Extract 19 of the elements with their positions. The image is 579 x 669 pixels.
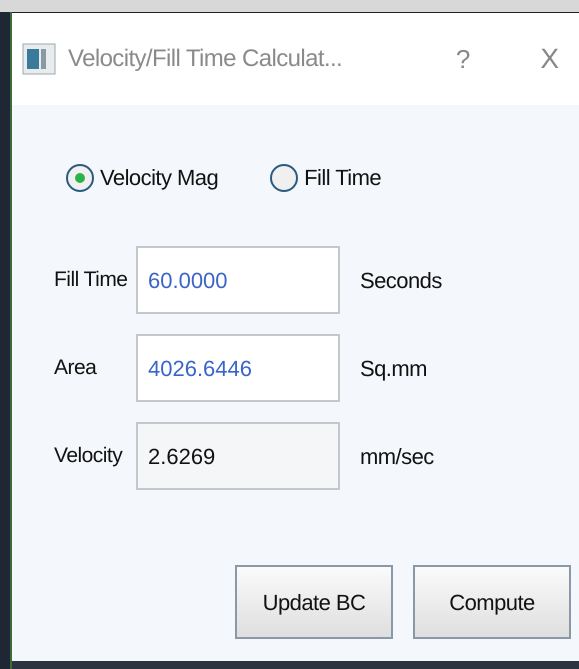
field-label: Velocity: [53, 443, 124, 470]
radio-button[interactable]: [270, 164, 298, 192]
window-title: Velocity/Fill Time Calculat...: [68, 44, 342, 74]
action-button[interactable]: Compute: [413, 565, 571, 639]
radio-button[interactable]: [66, 164, 94, 192]
input-field[interactable]: 60.0000: [136, 246, 340, 314]
close-button[interactable]: X: [540, 38, 559, 80]
radio-label[interactable]: Velocity Mag: [100, 161, 218, 194]
help-button[interactable]: ?: [456, 40, 470, 78]
action-button[interactable]: Update BC: [235, 565, 393, 639]
unit-label: Sq.mm: [360, 354, 427, 383]
input-field[interactable]: 2.6269: [136, 422, 340, 490]
app-icon: [22, 43, 56, 75]
field-label: Fill Time: [53, 267, 128, 294]
field-label: Area: [53, 355, 98, 382]
unit-label: mm/sec: [360, 442, 434, 470]
input-field[interactable]: 4026.6446: [136, 334, 340, 402]
radio-label[interactable]: Fill Time: [304, 161, 382, 194]
unit-label: Seconds: [360, 266, 442, 294]
